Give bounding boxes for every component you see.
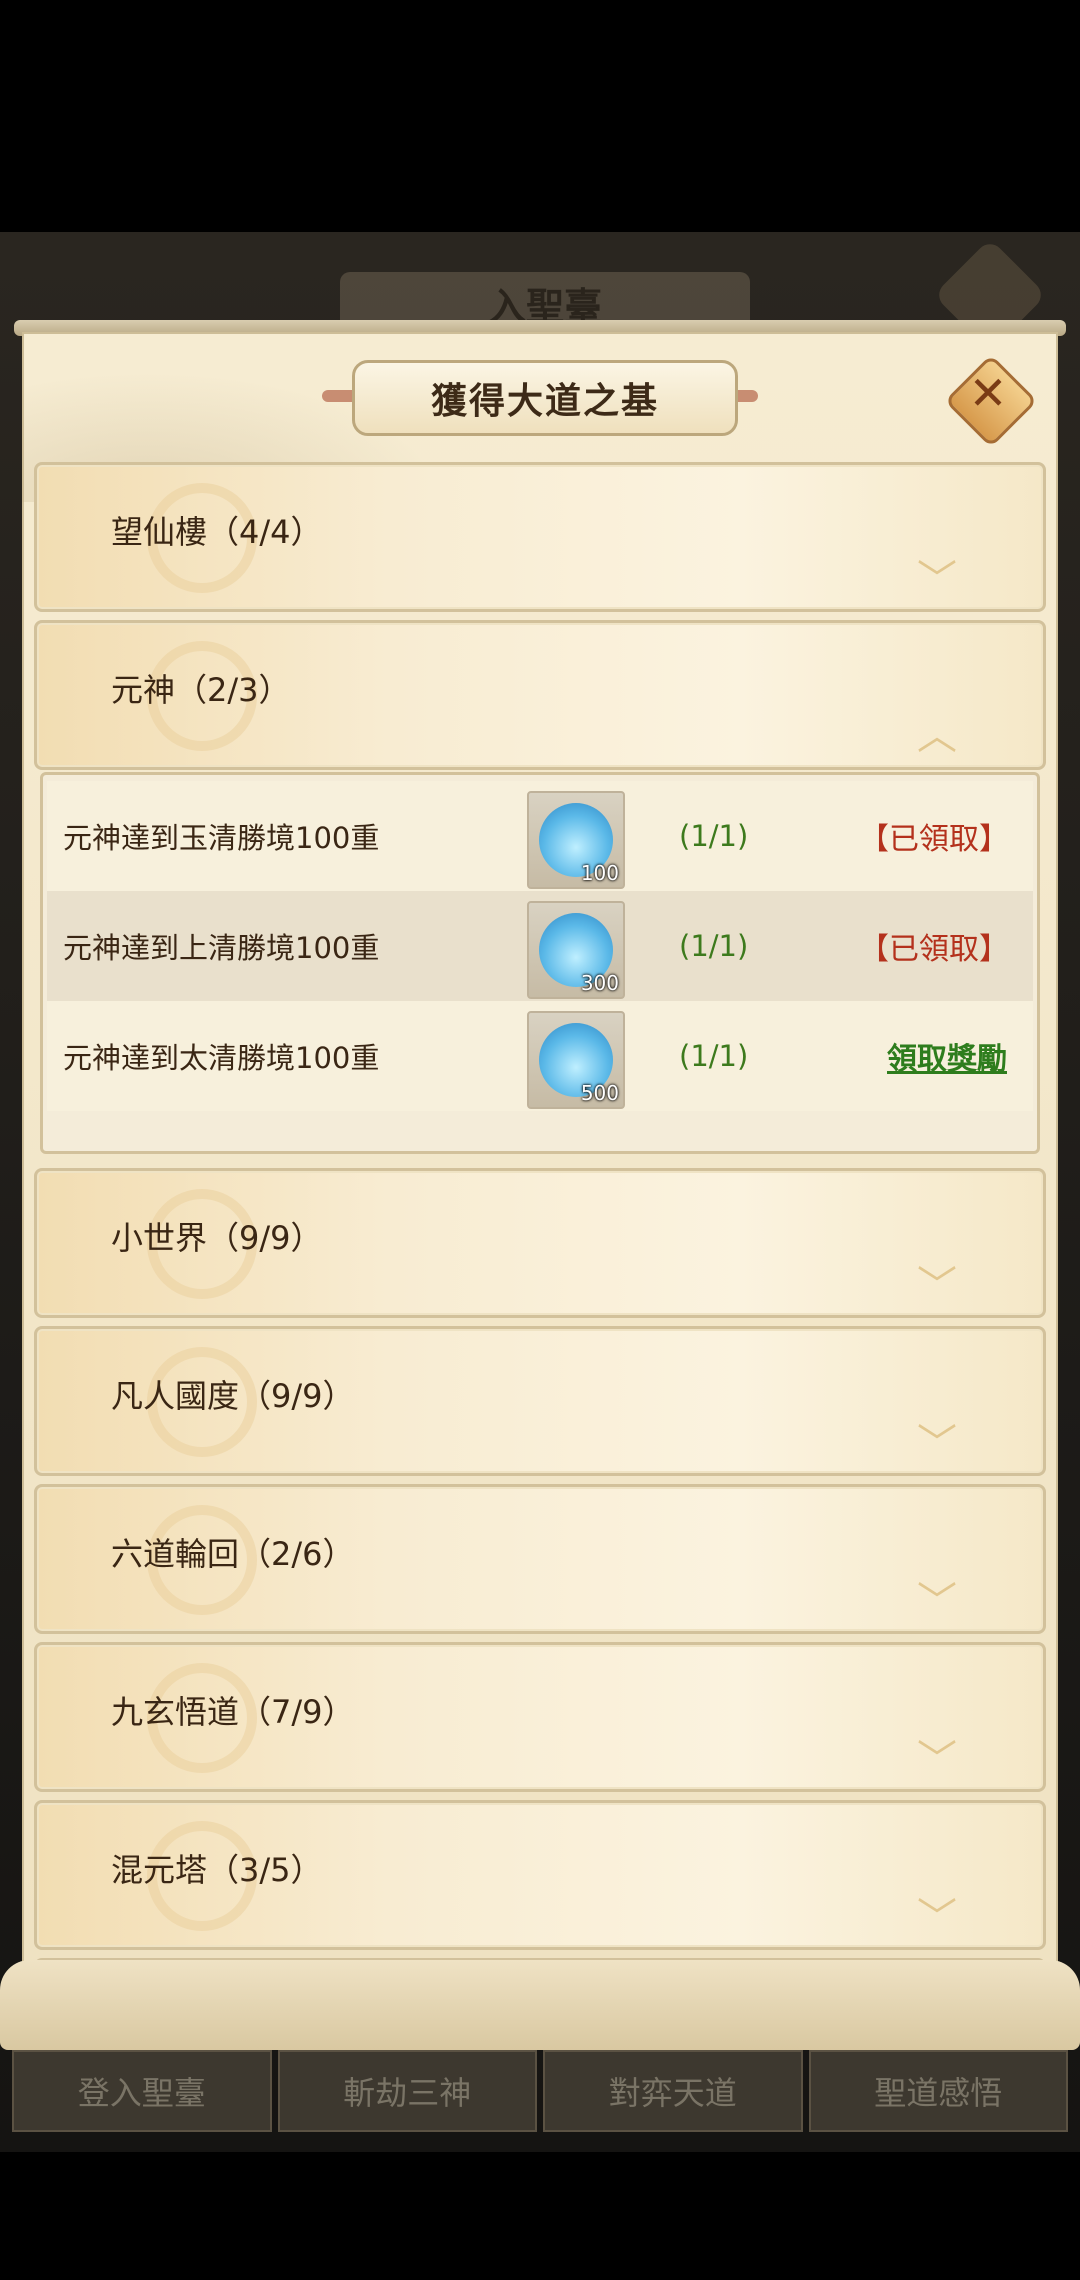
category-label: 小世界（9/9） xyxy=(111,1219,323,1257)
category-list[interactable]: 望仙樓（4/4） ﹀ 元神（2/3） ︿ 元神達到玉清勝境100重 100 (1… xyxy=(34,462,1046,1962)
reward-item[interactable]: 100 xyxy=(527,791,625,889)
chevron-down-icon: ﹀ xyxy=(917,1263,957,1309)
reward-count: 100 xyxy=(580,861,619,885)
category-wangxianlou[interactable]: 望仙樓（4/4） ﹀ xyxy=(34,462,1046,612)
task-row: 元神達到太清勝境100重 500 (1/1) 領取獎勵 xyxy=(47,1001,1033,1111)
tab-slay: 斬劫三神 xyxy=(277,2050,537,2132)
tab-chess: 對弈天道 xyxy=(543,2050,803,2132)
category-label: 元神（2/3） xyxy=(111,671,291,709)
category-six-paths[interactable]: 六道輪回（2/6） ﹀ xyxy=(34,1484,1046,1634)
chevron-up-icon: ︿ xyxy=(917,713,957,759)
task-name: 元神達到太清勝境100重 xyxy=(63,1041,380,1075)
reward-item[interactable]: 300 xyxy=(527,901,625,999)
rewards-dialog: 獲得大道之基 ✕ 望仙樓（4/4） ﹀ 元神（2/3） ︿ 元神達到玉清勝境10… xyxy=(22,332,1058,1992)
task-row: 元神達到玉清勝境100重 100 (1/1) 【已領取】 xyxy=(47,781,1033,891)
category-yuanshen[interactable]: 元神（2/3） ︿ xyxy=(34,620,1046,770)
category-label: 凡人國度（9/9） xyxy=(111,1377,355,1415)
chevron-down-icon: ﹀ xyxy=(917,1579,957,1625)
task-progress: (1/1) xyxy=(679,1039,749,1073)
claimed-status: 【已領取】 xyxy=(859,822,1009,857)
chevron-down-icon: ﹀ xyxy=(917,1421,957,1467)
scroll-bottom-rod xyxy=(0,1960,1080,2050)
tab-login: 登入聖臺 xyxy=(12,2050,272,2132)
tab-insight: 聖道感悟 xyxy=(808,2050,1068,2132)
category-label: 望仙樓（4/4） xyxy=(111,513,323,551)
category-small-world[interactable]: 小世界（9/9） ﹀ xyxy=(34,1168,1046,1318)
task-progress: (1/1) xyxy=(679,929,749,963)
task-name: 元神達到玉清勝境100重 xyxy=(63,821,380,855)
category-yuanshen-tasks: 元神達到玉清勝境100重 100 (1/1) 【已領取】 元神達到上清勝境100… xyxy=(40,772,1040,1154)
close-button[interactable]: ✕ xyxy=(944,354,1038,448)
task-progress: (1/1) xyxy=(679,819,749,853)
chevron-down-icon: ﹀ xyxy=(917,1895,957,1941)
category-mortal-realm[interactable]: 凡人國度（9/9） ﹀ xyxy=(34,1326,1046,1476)
claimed-status: 【已領取】 xyxy=(859,932,1009,967)
reward-count: 500 xyxy=(580,1081,619,1105)
chevron-down-icon: ﹀ xyxy=(917,557,957,603)
category-label: 六道輪回（2/6） xyxy=(111,1535,355,1573)
dialog-header: 獲得大道之基 xyxy=(352,360,738,436)
category-hunyuan-tower[interactable]: 混元塔（3/5） ﹀ xyxy=(34,1800,1046,1950)
category-nine-mystic[interactable]: 九玄悟道（7/9） ﹀ xyxy=(34,1642,1046,1792)
reward-count: 300 xyxy=(580,971,619,995)
close-icon: ✕ xyxy=(968,366,1008,420)
bottom-tab-bar: 登入聖臺 斬劫三神 對弈天道 聖道感悟 xyxy=(12,2050,1068,2132)
dialog-title: 獲得大道之基 xyxy=(430,381,659,422)
task-row: 元神達到上清勝境100重 300 (1/1) 【已領取】 xyxy=(47,891,1033,1001)
claim-reward-link[interactable]: 領取獎勵 xyxy=(887,1034,1007,1078)
category-label: 混元塔（3/5） xyxy=(111,1851,323,1889)
reward-item[interactable]: 500 xyxy=(527,1011,625,1109)
task-name: 元神達到上清勝境100重 xyxy=(63,931,380,965)
category-label: 九玄悟道（7/9） xyxy=(111,1693,355,1731)
chevron-down-icon: ﹀ xyxy=(917,1737,957,1783)
